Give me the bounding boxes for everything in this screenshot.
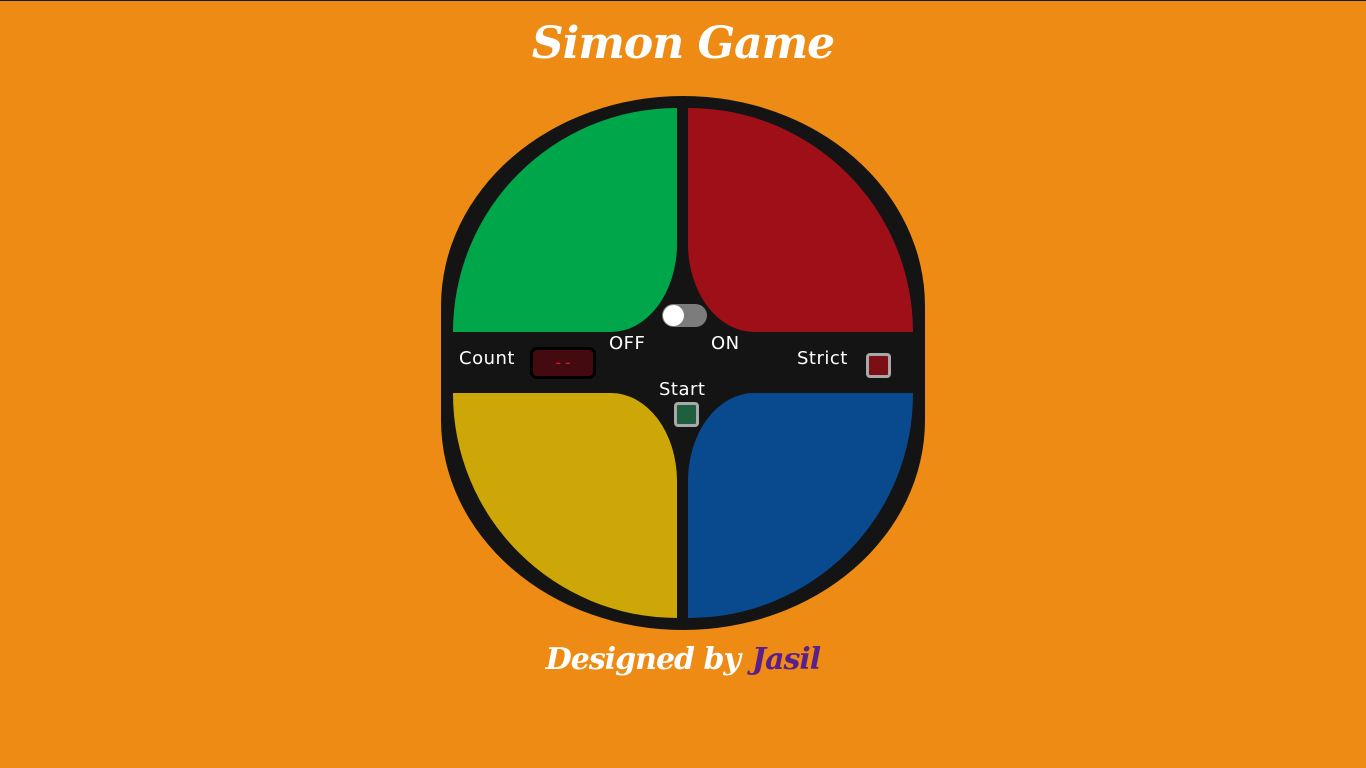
count-label: Count: [459, 348, 515, 369]
off-label: OFF: [609, 333, 646, 354]
count-display: --: [530, 347, 596, 379]
page-title: Simon Game: [531, 18, 835, 69]
simon-board: OFF ON Count -- Strict Start: [441, 96, 925, 630]
start-button[interactable]: [674, 402, 699, 427]
blue-pad[interactable]: [688, 393, 913, 618]
top-border: [0, 0, 1366, 1]
yellow-pad[interactable]: [453, 393, 677, 618]
author-name: Jasil: [751, 642, 821, 677]
footer-credit: Designed by Jasil: [0, 642, 1366, 677]
strict-label: Strict: [797, 348, 848, 369]
start-label: Start: [659, 379, 706, 400]
power-toggle[interactable]: [662, 304, 707, 327]
red-pad[interactable]: [688, 108, 913, 332]
designed-by-text: Designed by: [545, 642, 741, 677]
strict-button[interactable]: [866, 353, 891, 378]
green-pad[interactable]: [453, 108, 677, 332]
power-toggle-knob: [663, 305, 684, 326]
on-label: ON: [711, 333, 740, 354]
